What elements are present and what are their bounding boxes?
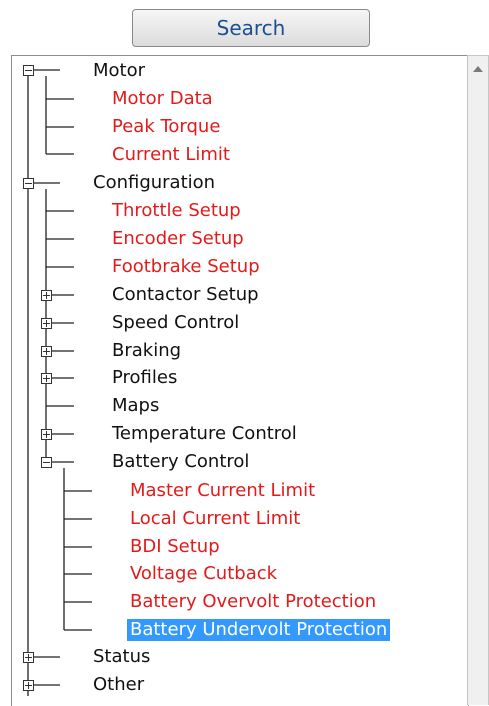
tree-node-motor[interactable]: Motor — [93, 60, 145, 82]
scroll-up-arrow-icon[interactable] — [473, 66, 483, 72]
tree-node-master-current-limit[interactable]: Master Current Limit — [130, 480, 315, 502]
tree-node-maps[interactable]: Maps — [112, 395, 159, 417]
tree-view: Motor Motor Data Peak Torque Current Lim… — [11, 55, 469, 706]
tree-node-battery-overvolt-protection[interactable]: Battery Overvolt Protection — [130, 591, 376, 613]
expand-icon[interactable] — [41, 346, 52, 357]
tree-node-temperature-control[interactable]: Temperature Control — [112, 423, 297, 445]
tree-node-motor-data[interactable]: Motor Data — [112, 88, 213, 110]
tree-node-throttle-setup[interactable]: Throttle Setup — [112, 200, 241, 222]
tree-node-local-current-limit[interactable]: Local Current Limit — [130, 508, 300, 530]
tree-node-battery-control[interactable]: Battery Control — [112, 451, 249, 473]
tree-node-bdi-setup[interactable]: BDI Setup — [130, 536, 220, 558]
tree-node-profiles[interactable]: Profiles — [112, 367, 177, 389]
tree-node-contactor-setup[interactable]: Contactor Setup — [112, 284, 259, 306]
expand-icon[interactable] — [41, 290, 52, 301]
tree-node-voltage-cutback[interactable]: Voltage Cutback — [130, 563, 277, 585]
tree-node-status[interactable]: Status — [93, 646, 150, 668]
expand-icon[interactable] — [41, 429, 52, 440]
tree-node-other[interactable]: Other — [93, 674, 144, 696]
tree-node-peak-torque[interactable]: Peak Torque — [112, 116, 220, 138]
tree-node-braking[interactable]: Braking — [112, 340, 181, 362]
tree-node-encoder-setup[interactable]: Encoder Setup — [112, 228, 244, 250]
collapse-icon[interactable] — [23, 65, 34, 76]
search-button[interactable]: Search — [132, 9, 370, 47]
tree-node-footbrake-setup[interactable]: Footbrake Setup — [112, 256, 260, 278]
tree-node-battery-undervolt-protection[interactable]: Battery Undervolt Protection — [127, 619, 391, 641]
tree-node-current-limit[interactable]: Current Limit — [112, 144, 230, 166]
collapse-icon[interactable] — [23, 178, 34, 189]
tree-node-configuration[interactable]: Configuration — [93, 172, 215, 194]
expand-icon[interactable] — [41, 318, 52, 329]
expand-icon[interactable] — [23, 680, 34, 691]
tree-node-speed-control[interactable]: Speed Control — [112, 312, 239, 334]
expand-icon[interactable] — [41, 373, 52, 384]
expand-icon[interactable] — [23, 652, 34, 663]
vertical-scrollbar[interactable] — [467, 55, 489, 705]
collapse-icon[interactable] — [41, 457, 52, 468]
